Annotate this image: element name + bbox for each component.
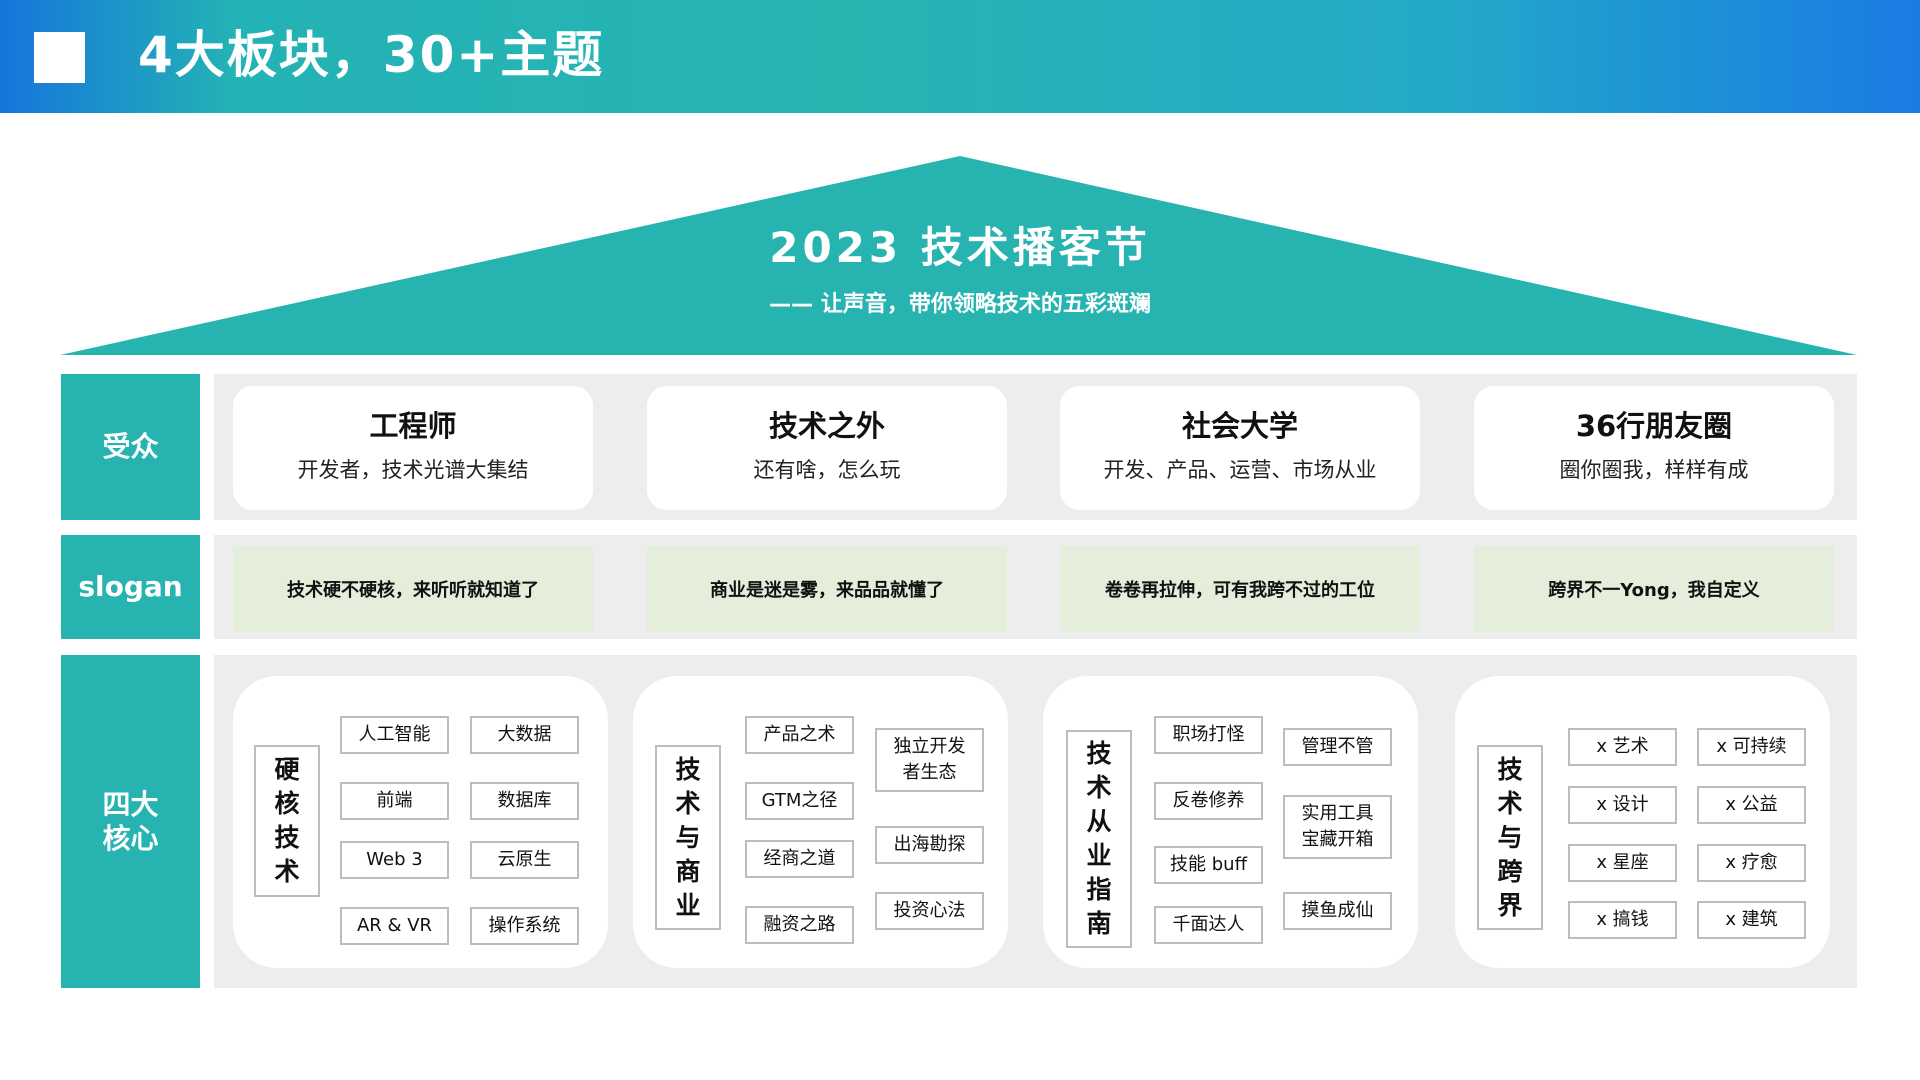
topic-tag: 人工智能: [340, 716, 449, 754]
core-label-char: 术: [1497, 788, 1523, 818]
core-label-char: 界: [1497, 890, 1523, 920]
row-label-core-text: 四大核心: [102, 787, 159, 855]
audience-desc: 还有啥，怎么玩: [753, 458, 901, 482]
topic-tag: 出海勘探: [875, 826, 984, 864]
core-label-crossover: 技 术 与 跨 界: [1477, 745, 1543, 930]
topic-tag: 千面达人: [1154, 906, 1263, 944]
core-label-char: 术: [675, 788, 701, 818]
slogan-2: 商业是迷是雾，来品品就懂了: [647, 546, 1007, 632]
topic-tag: x 搞钱: [1568, 901, 1677, 939]
core-label-char: 从: [1086, 807, 1112, 836]
topic-tag: Web 3: [340, 841, 449, 879]
topic-tag: GTM之径: [745, 782, 854, 820]
topic-tag: 管理不管: [1283, 728, 1392, 766]
core-label-char: 技: [675, 754, 701, 784]
festival-title: 2023 技术播客节: [769, 223, 1151, 272]
audience-card-beyond-tech: 技术之外 还有啥，怎么玩: [647, 386, 1007, 510]
topic-tag: 经商之道: [745, 840, 854, 878]
core-label-char: 指: [1086, 875, 1112, 904]
topic-tag: x 疗愈: [1697, 844, 1806, 882]
topic-tag: 职场打怪: [1154, 716, 1263, 754]
topic-tag: x 可持续: [1697, 728, 1806, 766]
slogan-4: 跨界不一Yong，我自定义: [1474, 546, 1834, 632]
core-label-char: 技: [274, 823, 300, 852]
topic-tag: 操作系统: [470, 907, 579, 945]
topic-tag: 技能 buff: [1154, 846, 1263, 884]
audience-card-friends: 36行朋友圈 圈你圈我，样样有成: [1474, 386, 1834, 510]
core-label-char: 南: [1086, 909, 1112, 938]
row-label-audience: 受众: [61, 374, 200, 520]
topic-tag: x 艺术: [1568, 728, 1677, 766]
core-label-char: 核: [274, 789, 300, 818]
audience-desc: 开发者，技术光谱大集结: [297, 458, 529, 482]
topic-tag: x 星座: [1568, 844, 1677, 882]
core-label-char: 术: [274, 857, 300, 886]
topic-tag: 投资心法: [875, 892, 984, 930]
audience-title: 工程师: [369, 409, 457, 443]
topic-tag: 数据库: [470, 782, 579, 820]
core-label-char: 与: [1497, 822, 1523, 852]
audience-title: 社会大学: [1181, 409, 1298, 443]
audience-desc: 圈你圈我，样样有成: [1559, 458, 1749, 482]
core-label-char: 商: [675, 856, 701, 886]
core-label-char: 业: [1086, 841, 1112, 870]
row-label-core: 四大核心: [61, 655, 200, 988]
audience-card-engineer: 工程师 开发者，技术光谱大集结: [233, 386, 593, 510]
topic-tag: x 建筑: [1697, 901, 1806, 939]
core-label-tech-business: 技 术 与 商 业: [655, 745, 721, 930]
slogan-1: 技术硬不硬核，来听听就知道了: [233, 546, 593, 632]
audience-title: 36行朋友圈: [1575, 409, 1733, 443]
core-label-char: 业: [675, 890, 701, 920]
core-label-career-guide: 技 术 从 业 指 南: [1066, 730, 1132, 948]
core-label-char: 术: [1086, 773, 1112, 802]
topic-tag: 反卷修养: [1154, 782, 1263, 820]
topic-tag: 云原生: [470, 841, 579, 879]
core-label-hardcore-tech: 硬 核 技 术: [254, 745, 320, 897]
audience-card-society: 社会大学 开发、产品、运营、市场从业: [1060, 386, 1420, 510]
topic-tag: 摸鱼成仙: [1283, 892, 1392, 930]
topic-tag: 实用工具 宝藏开箱: [1283, 795, 1392, 859]
festival-subtitle: —— 让声音，带你领略技术的五彩斑斓: [769, 292, 1151, 317]
topic-tag: 前端: [340, 782, 449, 820]
topic-tag: 独立开发 者生态: [875, 728, 984, 792]
core-label-char: 技: [1497, 754, 1523, 784]
slogan-3: 卷卷再拉伸，可有我跨不过的工位: [1060, 546, 1420, 632]
core-label-char: 与: [675, 822, 701, 852]
topic-tag: x 公益: [1697, 786, 1806, 824]
topic-tag: 融资之路: [745, 906, 854, 944]
core-label-char: 技: [1086, 739, 1112, 768]
audience-title: 技术之外: [768, 409, 885, 443]
core-label-char: 硬: [274, 755, 300, 784]
topic-tag: 大数据: [470, 716, 579, 754]
topic-tag: x 设计: [1568, 786, 1677, 824]
topic-tag: AR & VR: [340, 907, 449, 945]
core-label-char: 跨: [1497, 856, 1523, 886]
row-label-slogan: slogan: [61, 535, 200, 639]
topic-tag: 产品之术: [745, 716, 854, 754]
audience-desc: 开发、产品、运营、市场从业: [1103, 458, 1377, 482]
